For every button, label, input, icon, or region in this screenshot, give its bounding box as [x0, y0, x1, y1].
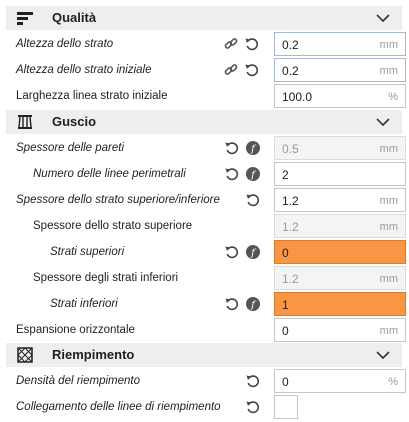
field-value: 0 — [282, 324, 289, 338]
setting-label: Espansione orizzontale — [16, 324, 135, 336]
initial-layer-height-field[interactable]: 0.2 mm — [274, 58, 406, 82]
setting-label: Strati inferiori — [50, 298, 118, 310]
category-shell[interactable]: Guscio — [6, 110, 402, 134]
setting-label: Spessore dello strato superiore/inferior… — [16, 194, 220, 206]
category-quality[interactable]: Qualità — [6, 6, 402, 30]
setting-label: Densità del riempimento — [16, 375, 141, 387]
layer-height-field[interactable]: 0.2 mm — [274, 32, 406, 56]
field-unit: mm — [379, 325, 398, 337]
chevron-down-icon[interactable] — [376, 116, 390, 127]
setting-wall-thickness: Spessore delle pareti f 0.5 mm — [6, 135, 406, 161]
field-unit: mm — [379, 143, 398, 155]
setting-layer-height: Altezza dello strato 0.2 mm — [6, 31, 406, 57]
setting-top-layers: Strati superiori f 0 — [6, 239, 406, 265]
field-unit: % — [388, 376, 398, 388]
field-value: 0.5 — [282, 142, 299, 156]
field-value: 1.2 — [282, 194, 299, 208]
bottom-layers-field[interactable]: 1 — [274, 292, 406, 316]
setting-infill-density: Densità del riempimento 0 % — [6, 368, 406, 394]
setting-label: Spessore dello strato superiore — [33, 220, 193, 232]
horizontal-expansion-field[interactable]: 0 mm — [274, 318, 406, 342]
category-quality-title: Qualità — [52, 10, 97, 25]
reset-icon[interactable] — [224, 244, 240, 260]
wall-thickness-field[interactable]: 0.5 mm — [274, 136, 406, 160]
category-infill[interactable]: Riempimento — [6, 343, 402, 367]
setting-top-thickness: Spessore dello strato superiore 1.2 mm — [6, 213, 406, 239]
shell-icon — [16, 114, 34, 130]
setting-connect-infill-lines: Collegamento delle linee di riempimento — [6, 394, 402, 420]
setting-label: Spessore delle pareti — [16, 142, 125, 154]
setting-bottom-layers: Strati inferiori f 1 — [6, 291, 406, 317]
field-value: 0.2 — [282, 38, 299, 52]
setting-label: Strati superiori — [50, 246, 125, 258]
reset-icon[interactable] — [245, 373, 261, 389]
link-icon[interactable] — [223, 36, 239, 52]
infill-density-field[interactable]: 0 % — [274, 369, 406, 393]
bottom-thickness-field[interactable]: 1.2 mm — [274, 266, 406, 290]
print-settings-panel: Qualità Altezza dello strato 0.2 mm Alte… — [0, 0, 409, 422]
wall-line-count-field[interactable]: 2 — [274, 162, 406, 186]
function-icon[interactable]: f — [245, 166, 261, 182]
setting-top-bottom-thickness: Spessore dello strato superiore/inferior… — [6, 187, 406, 213]
infill-icon — [16, 347, 34, 363]
reset-icon[interactable] — [245, 192, 261, 208]
reset-icon[interactable] — [224, 296, 240, 312]
reset-icon[interactable] — [245, 399, 261, 415]
reset-icon[interactable] — [224, 140, 240, 156]
setting-label: Larghezza linea strato iniziale — [16, 90, 168, 102]
setting-bottom-thickness: Spessore degli strati inferiori 1.2 mm — [6, 265, 406, 291]
field-value: 2 — [282, 168, 289, 182]
top-bottom-thickness-field[interactable]: 1.2 mm — [274, 188, 406, 212]
chevron-down-icon[interactable] — [376, 349, 390, 360]
setting-wall-line-count: Numero delle linee perimetrali f 2 — [6, 161, 406, 187]
setting-label: Altezza dello strato — [16, 38, 114, 50]
field-value: 0.2 — [282, 64, 299, 78]
function-icon[interactable]: f — [245, 140, 261, 156]
reset-icon[interactable] — [224, 166, 240, 182]
field-unit: % — [388, 91, 398, 103]
setting-label: Collegamento delle linee di riempimento — [16, 401, 221, 413]
setting-label: Numero delle linee perimetrali — [33, 168, 186, 180]
setting-label: Altezza dello strato iniziale — [16, 64, 152, 76]
setting-label: Spessore degli strati inferiori — [33, 272, 179, 284]
connect-infill-lines-checkbox[interactable] — [274, 395, 298, 419]
quality-layers-icon — [16, 10, 34, 26]
field-unit: mm — [379, 65, 398, 77]
field-unit: mm — [379, 39, 398, 51]
category-shell-title: Guscio — [52, 114, 97, 129]
field-unit: mm — [379, 273, 398, 285]
link-icon[interactable] — [223, 62, 239, 78]
category-infill-title: Riempimento — [52, 347, 135, 362]
reset-icon[interactable] — [244, 62, 260, 78]
chevron-down-icon[interactable] — [376, 12, 390, 23]
setting-initial-line-width: Larghezza linea strato iniziale 100.0 % — [6, 83, 406, 109]
setting-horizontal-expansion: Espansione orizzontale 0 mm — [6, 317, 406, 343]
field-value: 0 — [282, 246, 289, 260]
field-unit: mm — [379, 195, 398, 207]
top-layers-field[interactable]: 0 — [274, 240, 406, 264]
field-value: 1.2 — [282, 272, 299, 286]
field-unit: mm — [379, 221, 398, 233]
field-value: 100.0 — [282, 90, 313, 104]
field-value: 1 — [282, 298, 289, 312]
initial-line-width-field[interactable]: 100.0 % — [274, 84, 406, 108]
setting-initial-layer-height: Altezza dello strato iniziale 0.2 mm — [6, 57, 406, 83]
field-value: 1.2 — [282, 220, 299, 234]
top-thickness-field[interactable]: 1.2 mm — [274, 214, 406, 238]
function-icon[interactable]: f — [245, 296, 261, 312]
field-value: 0 — [282, 375, 289, 389]
function-icon[interactable]: f — [245, 244, 261, 260]
reset-icon[interactable] — [244, 36, 260, 52]
